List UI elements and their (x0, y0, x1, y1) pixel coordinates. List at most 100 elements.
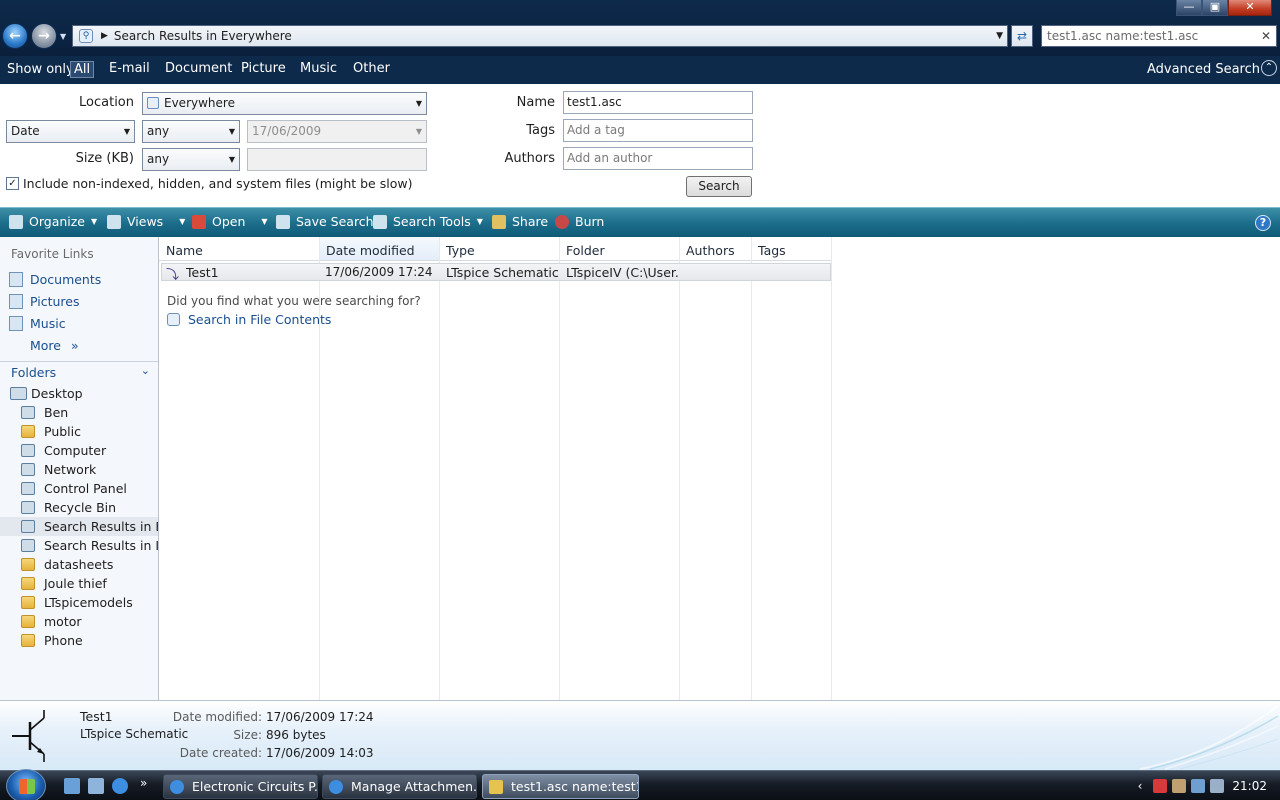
search-button[interactable]: Search (686, 176, 752, 197)
ie-icon[interactable] (112, 778, 128, 794)
taskbar-button[interactable]: Manage Attachmen... (322, 774, 477, 799)
help-icon[interactable]: ? (1255, 215, 1271, 231)
network-icon[interactable] (1191, 779, 1206, 793)
size-value: 896 bytes (266, 728, 326, 742)
include-hidden-checkbox[interactable]: ✓ (6, 177, 19, 190)
search-folder-icon (147, 97, 159, 109)
folder-tree-label: Phone (44, 633, 83, 648)
date-field-select[interactable]: Date ▼ (6, 120, 135, 143)
folder-tree-item[interactable]: Computer (0, 441, 158, 460)
column-divider[interactable] (679, 237, 680, 700)
column-divider[interactable] (559, 237, 560, 700)
taskbar-button[interactable]: test1.asc name:test1... (482, 774, 639, 799)
save-search-button[interactable]: Save Search (276, 214, 374, 229)
folder-tree-item[interactable]: LTspicemodels (0, 593, 158, 612)
filter-picture[interactable]: Picture (238, 61, 289, 76)
date-operator-select[interactable]: any ▼ (142, 120, 240, 143)
views-label: Views (127, 214, 164, 229)
back-button[interactable]: ← (2, 23, 28, 49)
views-button[interactable]: Views ▼ (107, 214, 185, 229)
column-divider[interactable] (831, 237, 832, 700)
folder-tree-item[interactable]: Desktop (0, 384, 158, 403)
address-bar[interactable]: ⚲ ▶ Search Results in Everywhere ▼ (72, 25, 1008, 47)
size-label: Size: (233, 728, 262, 742)
favorite-music[interactable]: Music (9, 316, 66, 331)
recent-pages-dropdown-icon[interactable]: ▼ (60, 32, 66, 41)
volume-icon[interactable] (1210, 779, 1225, 793)
filter-other[interactable]: Other (350, 61, 393, 76)
maximize-button[interactable]: ▣ (1202, 0, 1228, 16)
column-header-authors[interactable]: Authors (686, 243, 735, 258)
include-hidden-row[interactable]: ✓ Include non-indexed, hidden, and syste… (6, 176, 412, 191)
folder-tree-item[interactable]: motor (0, 612, 158, 631)
filter-document[interactable]: Document (162, 61, 235, 76)
collapse-up-icon[interactable]: ⌃ (1261, 60, 1277, 76)
minimize-button[interactable]: — (1176, 0, 1202, 16)
clear-search-icon[interactable]: ✕ (1261, 26, 1271, 46)
open-button[interactable]: Open ▼ (192, 214, 268, 229)
date-value-picker[interactable]: 17/06/2009 ▼ (247, 120, 427, 143)
more-links[interactable]: More » (30, 338, 79, 353)
mcafee-icon[interactable] (1153, 779, 1168, 793)
power-icon[interactable] (1172, 779, 1187, 793)
column-header-tags[interactable]: Tags (758, 243, 786, 258)
column-header-folder[interactable]: Folder (566, 243, 605, 258)
show-hidden-icons-icon[interactable]: ‹ (1138, 779, 1143, 793)
show-desktop-icon[interactable] (64, 778, 80, 794)
close-button[interactable]: ✕ (1228, 0, 1272, 16)
burn-button[interactable]: Burn (555, 214, 604, 229)
size-value-input[interactable] (247, 148, 427, 171)
folder-tree-item[interactable]: Ben (0, 403, 158, 422)
share-button[interactable]: Share (492, 214, 548, 229)
folder-tree-item[interactable]: Public (0, 422, 158, 441)
folder-tree-item[interactable]: Network (0, 460, 158, 479)
name-value: test1.asc (567, 95, 622, 109)
breadcrumb-arrow-icon[interactable]: ▶ (101, 31, 108, 41)
folder-tree-item[interactable]: Recycle Bin (0, 498, 158, 517)
advanced-search-link[interactable]: Advanced Search (1147, 62, 1260, 77)
refresh-button[interactable]: ⇄ (1011, 25, 1033, 47)
clock[interactable]: 21:02 (1232, 779, 1267, 793)
search-in-file-contents-link[interactable]: Search in File Contents (167, 312, 331, 327)
filter-music[interactable]: Music (297, 61, 340, 76)
search-in-file-contents-label: Search in File Contents (188, 312, 332, 327)
location-select[interactable]: Everywhere ▼ (142, 92, 427, 115)
folder-tree-item[interactable]: Search Results in Inde (0, 536, 158, 555)
burn-icon (555, 214, 569, 229)
filter-all[interactable]: All (70, 61, 95, 78)
quicklaunch-more-icon[interactable]: » (140, 776, 156, 792)
recycle-bin-icon (21, 501, 35, 514)
search-tools-button[interactable]: Search Tools ▼ (373, 214, 483, 229)
folder-tree-item[interactable]: Phone (0, 631, 158, 650)
filter-email[interactable]: E-mail (106, 61, 153, 76)
authors-field[interactable]: Add an author (563, 147, 753, 170)
column-header-name[interactable]: Name (166, 243, 203, 258)
switch-windows-icon[interactable] (88, 778, 104, 794)
decorative-swoosh (1139, 705, 1279, 770)
favorite-pictures[interactable]: Pictures (9, 294, 80, 309)
search-input[interactable]: test1.asc name:test1.asc ✕ (1041, 25, 1277, 47)
tags-field[interactable]: Add a tag (563, 119, 753, 142)
favorite-label: Music (30, 316, 66, 331)
date-created-label: Date created: (179, 746, 262, 760)
start-button[interactable] (6, 769, 46, 800)
name-field[interactable]: test1.asc (563, 91, 753, 114)
size-operator-select[interactable]: any ▼ (142, 148, 240, 171)
folder-tree-item[interactable]: Search Results in Ever (0, 517, 158, 536)
breadcrumb-current[interactable]: Search Results in Everywhere (114, 29, 292, 43)
organize-button[interactable]: Organize ▼ (9, 214, 97, 229)
address-dropdown-icon[interactable]: ▼ (996, 31, 1003, 41)
column-divider[interactable] (751, 237, 752, 700)
folders-header[interactable]: Folders ⌄ (0, 361, 158, 383)
forward-button[interactable]: → (31, 23, 57, 49)
column-header-type[interactable]: Type (446, 243, 475, 258)
taskbar-button[interactable]: Electronic Circuits P... (163, 774, 318, 799)
folder-tree-item[interactable]: datasheets (0, 555, 158, 574)
table-row[interactable]: ⤵ Test1 17/06/2009 17:24 LTspice Schemat… (161, 263, 831, 283)
folder-tree-item[interactable]: Control Panel (0, 479, 158, 498)
chevron-down-icon: ▼ (91, 217, 98, 226)
column-header-date-modified[interactable]: Date modified (326, 243, 415, 258)
column-divider[interactable] (439, 237, 440, 700)
favorite-documents[interactable]: Documents (9, 272, 101, 287)
folder-tree-item[interactable]: Joule thief (0, 574, 158, 593)
